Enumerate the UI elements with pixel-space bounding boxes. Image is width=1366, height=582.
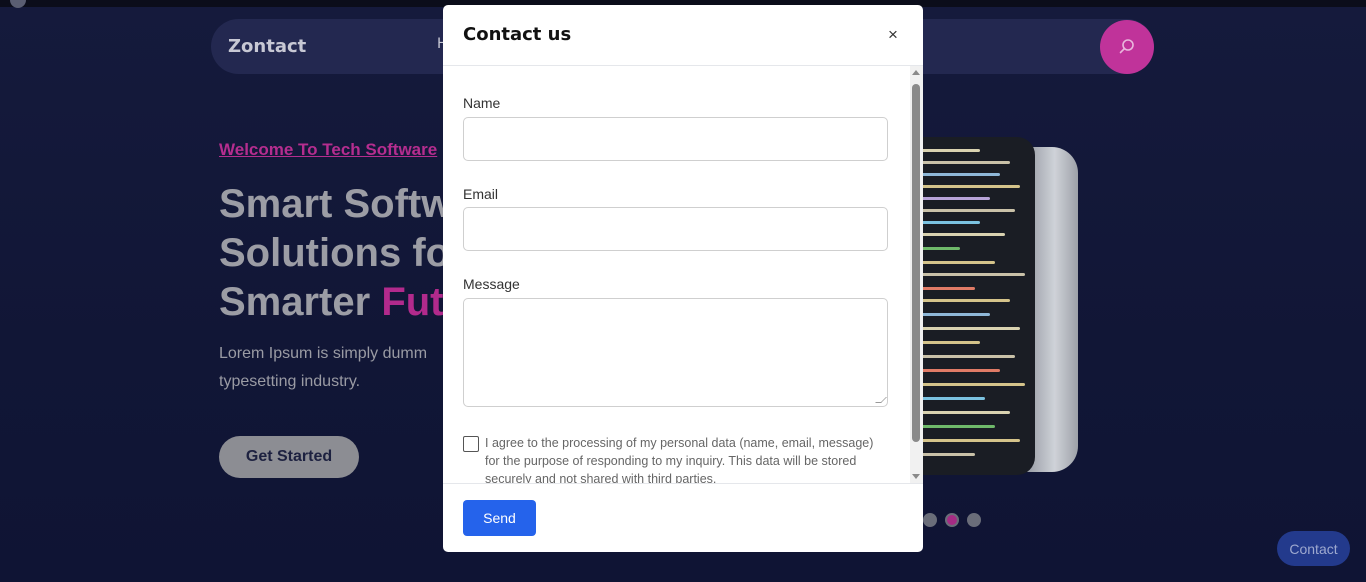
hero-description: Lorem Ipsum is simply dumm typesetting i… [219,340,449,396]
search-icon [1119,39,1134,54]
avatar [10,0,26,8]
modal-header: Contact us × [443,5,923,66]
hero-line-1: Smart Softw [219,182,453,226]
scroll-up-arrow-icon[interactable] [912,70,920,75]
image-front-panel [920,137,1035,475]
consent-text: I agree to the processing of my personal… [485,436,874,483]
resize-handle-icon[interactable] [875,397,887,403]
consent-checkbox[interactable] [463,436,479,452]
hero-desc-line-1: Lorem Ipsum is simply dumm [219,345,428,362]
get-started-button[interactable]: Get Started [219,436,359,478]
slider-dots [923,513,981,527]
close-button[interactable]: × [883,25,903,45]
hero-line-2: Solutions fo [219,231,451,275]
welcome-link[interactable]: Welcome To Tech Software [219,140,437,160]
modal-footer: Send [443,483,923,552]
slider-dot[interactable] [923,513,937,527]
close-icon: × [888,25,898,44]
hero-line-3-plain: Smarter [219,280,382,324]
send-button[interactable]: Send [463,500,536,536]
hero-desc-line-2: typesetting industry. [219,373,361,390]
email-label: Email [463,186,499,202]
modal-scrollbar[interactable] [910,66,923,483]
brand-logo[interactable]: Zontact [228,36,306,57]
hero-line-3: Smarter Fut [219,278,459,327]
name-field[interactable] [463,117,888,161]
search-button[interactable] [1100,20,1154,74]
hero-code-image [920,137,1080,477]
message-label: Message [463,276,520,292]
hero-title: Smart Softw Solutions fo Smarter Fut [219,180,459,327]
contact-modal: Contact us × Name Email Message I agree … [443,5,923,552]
slider-dot[interactable] [967,513,981,527]
contact-float-button[interactable]: Contact [1277,531,1350,566]
email-field[interactable] [463,207,888,251]
message-field[interactable] [463,298,888,407]
scroll-thumb[interactable] [912,84,920,442]
scroll-down-arrow-icon[interactable] [912,474,920,479]
modal-body: Name Email Message I agree to the proces… [443,66,923,483]
slider-dot[interactable] [945,513,959,527]
hero-line-3-accent: Fut [381,280,444,324]
name-label: Name [463,95,501,111]
modal-title: Contact us [463,24,572,45]
